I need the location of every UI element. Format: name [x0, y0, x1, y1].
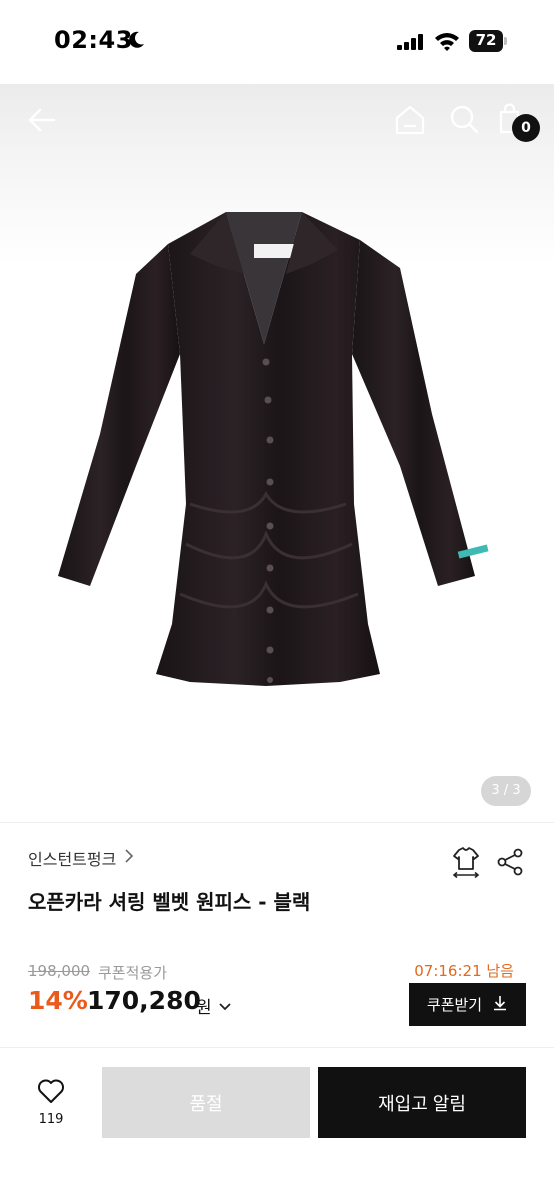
original-price: 198,000 [28, 962, 91, 980]
discount-rate: 14% [28, 986, 88, 1015]
cart-count-badge: 0 [512, 114, 540, 142]
product-title: 오픈카라 셔링 벨벳 원피스 - 블랙 [28, 890, 311, 914]
chevron-right-icon [124, 848, 134, 868]
battery-icon: 72 [469, 30, 507, 52]
countdown-timer: 07:16:21 남음 [414, 962, 514, 980]
divider [0, 822, 554, 823]
battery-level: 72 [475, 31, 497, 49]
status-time: 02:43 [54, 26, 133, 54]
coupon-button-label: 쿠폰받기 [426, 997, 483, 1014]
brand-name: 인스턴트펑크 [28, 850, 117, 869]
price-unit: 원 [196, 998, 212, 1018]
moon-icon [126, 30, 146, 54]
chevron-down-icon[interactable] [218, 997, 232, 1016]
divider [0, 1047, 554, 1048]
restock-alert-button[interactable]: 재입고 알림 [318, 1067, 526, 1138]
size-fit-icon[interactable] [448, 844, 484, 880]
download-icon [492, 995, 508, 1015]
heart-icon [37, 1079, 65, 1108]
wifi-icon [434, 31, 460, 55]
sale-price: 170,280 [87, 986, 201, 1015]
like-count: 119 [38, 1112, 64, 1127]
image-counter: 3 / 3 [481, 776, 531, 806]
search-icon[interactable] [446, 102, 482, 138]
home-icon[interactable] [392, 102, 428, 138]
get-coupon-button[interactable]: 쿠폰받기 [409, 983, 526, 1026]
signal-icon [397, 34, 425, 54]
brand-link[interactable]: 인스턴트펑크 [28, 846, 134, 870]
share-icon[interactable] [494, 846, 526, 878]
status-bar: 02:43 72 [0, 0, 554, 84]
product-image-gallery[interactable]: 0 3 / 3 [0, 84, 554, 822]
like-button[interactable]: 119 [28, 1078, 74, 1134]
soldout-button[interactable]: 품절 [102, 1067, 310, 1138]
product-photo [58, 212, 489, 686]
coupon-price-note: 쿠폰적용가 [98, 964, 168, 982]
back-arrow-icon[interactable] [24, 102, 60, 138]
